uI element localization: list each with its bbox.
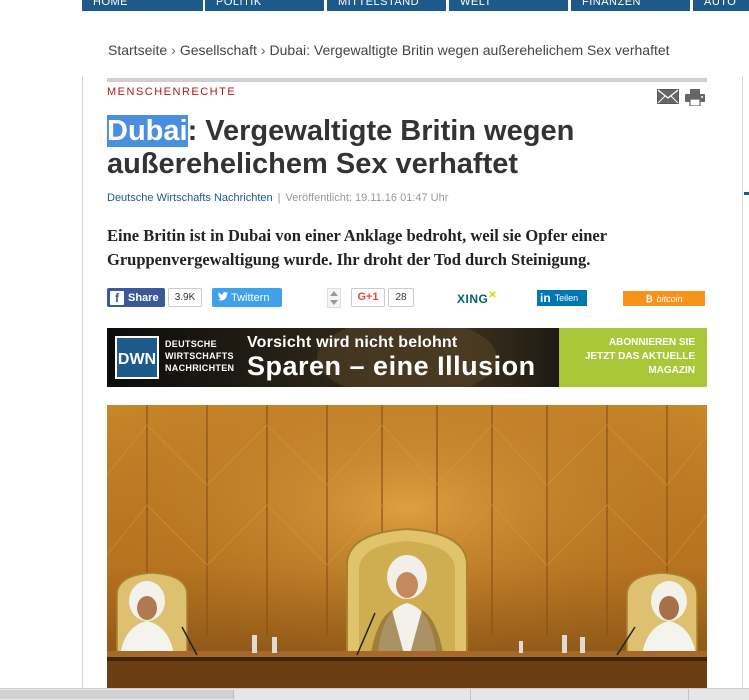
twitter-tweet-label: Twittern: [231, 291, 270, 304]
linkedin-icon: in: [540, 291, 551, 305]
banner-brand-name: DEUTSCHE WIRTSCHAFTS NACHRICHTEN: [165, 339, 235, 373]
article-lead: Eine Britin ist in Dubai von einer Ankla…: [107, 226, 607, 269]
article-source[interactable]: Deutsche Wirtschafts Nachrichten: [107, 192, 273, 204]
banner-call-to-action[interactable]: ABONNIEREN SIE JETZT DAS AKTUELLE MAGAZI…: [559, 328, 707, 387]
title-selected-text: Dubai: [107, 115, 188, 147]
linkedin-share-button[interactable]: in Teilen: [537, 290, 587, 306]
vote-arrows-icon[interactable]: [327, 288, 341, 308]
nav-item-welt[interactable]: WELT: [449, 0, 568, 11]
banner-subheadline: Vorsicht wird nicht belohnt: [247, 334, 458, 351]
sidebar-marker: [744, 192, 749, 195]
breadcrumb-home-link[interactable]: Startseite: [108, 42, 167, 58]
twitter-tweet-button[interactable]: Twittern: [212, 288, 282, 307]
article-tools: [657, 89, 705, 106]
facebook-share-button[interactable]: f Share: [107, 288, 165, 307]
article-title: Dubai: Vergewaltigte Britin wegen außere…: [107, 115, 707, 181]
breadcrumb-separator: ›: [260, 42, 266, 58]
banner-headline: Sparen – eine Illusion: [247, 351, 536, 381]
email-icon[interactable]: [657, 89, 679, 104]
article-photo: [107, 405, 707, 699]
xing-label: XING: [457, 292, 489, 306]
facebook-share-label: Share: [128, 291, 159, 304]
nav-item-mittelstand[interactable]: MITTELSTAND: [327, 0, 446, 11]
article-published-date: Veröffentlicht: 19.11.16 01:47 Uhr: [285, 192, 449, 204]
bitcoin-donate-button[interactable]: ₿ bitcoin: [623, 291, 705, 306]
byline-separator: |: [277, 192, 281, 204]
breadcrumb: Startseite › Gesellschaft › Dubai: Vergewalt…: [108, 42, 670, 58]
nav-item-home[interactable]: HOME: [82, 0, 203, 11]
advertisement-banner[interactable]: DWN DEUTSCHE WIRTSCHAFTS NACHRICHTEN Vor…: [107, 328, 707, 387]
dwn-logo: DWN: [115, 336, 159, 379]
article-kicker[interactable]: MENSCHENRECHTE: [107, 86, 236, 98]
twitter-bird-icon: [218, 291, 228, 304]
facebook-share-count: 3.9K: [168, 288, 202, 307]
facebook-icon: f: [110, 290, 124, 305]
bitcoin-icon: ₿: [645, 293, 653, 304]
top-navigation: HOME POLITIK MITTELSTAND WELT FINANZEN A…: [0, 0, 749, 12]
scrollbar-thumb[interactable]: [0, 690, 234, 699]
page-left-border: [82, 76, 83, 699]
scrollbar-divider: [470, 689, 471, 700]
print-icon[interactable]: [685, 89, 705, 106]
bitcoin-label: bitcoin: [656, 293, 683, 304]
nav-item-finanzen[interactable]: FINANZEN: [571, 0, 690, 11]
article-byline: Deutsche Wirtschafts Nachrichten | Veröffe…: [107, 192, 448, 204]
google-plus-button[interactable]: G+1: [351, 288, 385, 307]
nav-item-politik[interactable]: POLITIK: [205, 0, 324, 11]
page-right-border: [742, 76, 743, 699]
breadcrumb-section-link[interactable]: Gesellschaft: [180, 42, 257, 58]
social-share-bar: f Share 3.9K Twittern G+1 28 XING✕ in Te…: [107, 288, 707, 308]
scrollbar-divider: [688, 689, 689, 700]
horizontal-scrollbar[interactable]: [0, 688, 749, 700]
breadcrumb-separator: ›: [171, 42, 176, 58]
nav-item-auto[interactable]: AUTO: [693, 0, 749, 11]
xing-share-button[interactable]: XING✕: [457, 290, 497, 306]
breadcrumb-current: Dubai: Vergewaltigte Britin wegen außere…: [269, 42, 670, 58]
linkedin-share-label: Teilen: [554, 293, 579, 303]
content-top-rule: [107, 78, 707, 82]
xing-icon: ✕: [488, 290, 498, 301]
google-plus-count: 28: [388, 288, 414, 307]
